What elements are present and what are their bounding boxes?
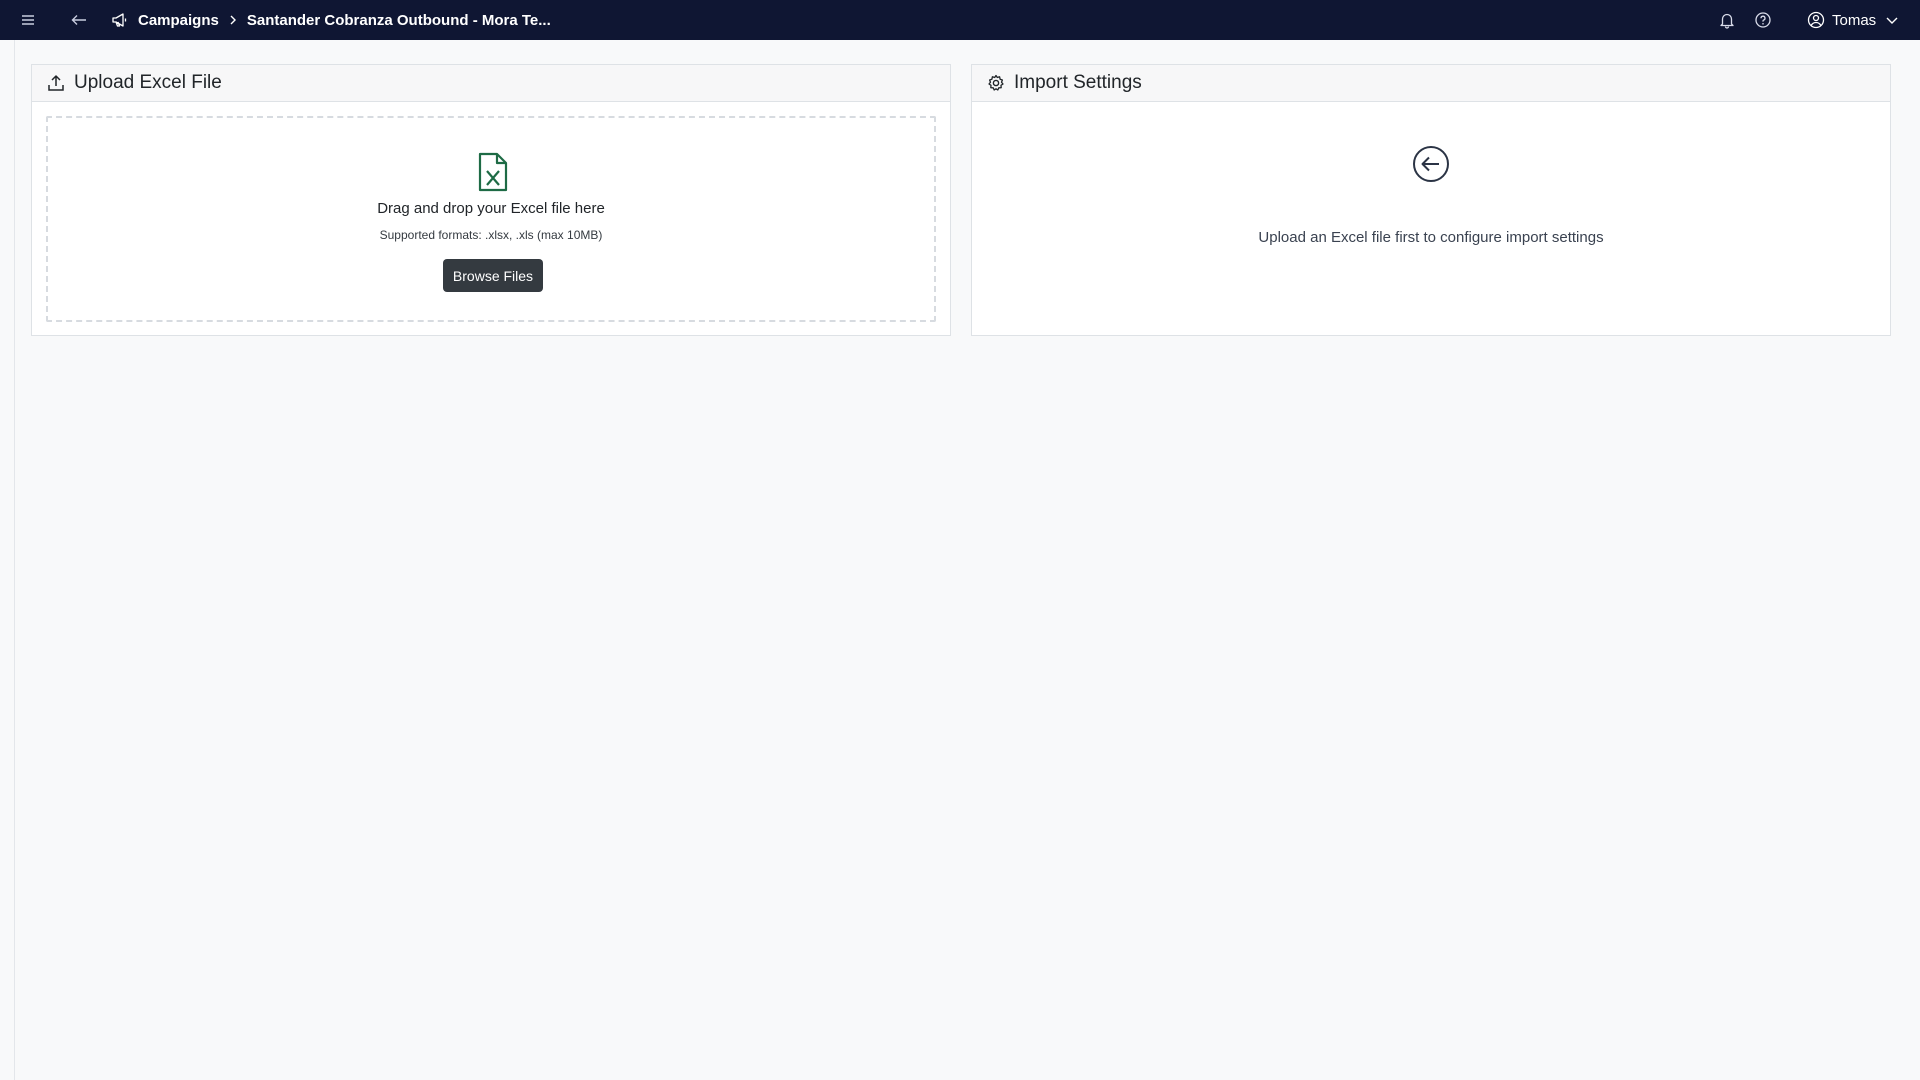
- arrow-left-circle-icon: [1412, 145, 1450, 183]
- upload-card-header: Upload Excel File: [32, 65, 950, 102]
- arrow-left-icon[interactable]: [68, 10, 90, 30]
- browse-files-button[interactable]: Browse Files: [443, 259, 543, 292]
- chevron-right-icon: [229, 15, 237, 25]
- excel-file-icon: [476, 152, 510, 192]
- breadcrumb: Campaigns Santander Cobranza Outbound - …: [110, 0, 551, 40]
- user-circle-icon: [1806, 10, 1826, 30]
- upload-card-title: Upload Excel File: [74, 72, 222, 93]
- main-content: Upload Excel File Drag and drop your Exc…: [14, 40, 1920, 1080]
- upload-icon: [46, 73, 66, 93]
- megaphone-icon: [110, 10, 130, 30]
- import-settings-card: Import Settings Upload an Excel file fir…: [971, 64, 1891, 336]
- settings-card-header: Import Settings: [972, 65, 1890, 102]
- chevron-down-icon: [1884, 12, 1900, 28]
- breadcrumb-current-campaign: Santander Cobranza Outbound - Mora Te...: [246, 11, 551, 29]
- user-name: Tomas: [1832, 11, 1877, 29]
- hamburger-icon[interactable]: [18, 10, 38, 30]
- upload-excel-card: Upload Excel File Drag and drop your Exc…: [31, 64, 951, 336]
- top-navbar: Campaigns Santander Cobranza Outbound - …: [0, 0, 1920, 40]
- settings-card-title: Import Settings: [1014, 72, 1142, 93]
- dropzone-title: Drag and drop your Excel file here: [377, 200, 605, 217]
- gear-icon: [986, 73, 1006, 93]
- bell-icon[interactable]: [1716, 9, 1738, 31]
- help-circle-icon[interactable]: [1752, 9, 1774, 31]
- settings-empty-message: Upload an Excel file first to configure …: [1258, 229, 1604, 246]
- user-menu[interactable]: Tomas: [1806, 0, 1900, 40]
- excel-dropzone[interactable]: Drag and drop your Excel file here Suppo…: [46, 116, 936, 322]
- dropzone-supported-formats: Supported formats: .xlsx, .xls (max 10MB…: [379, 228, 603, 242]
- breadcrumb-campaigns-link[interactable]: Campaigns: [138, 12, 219, 29]
